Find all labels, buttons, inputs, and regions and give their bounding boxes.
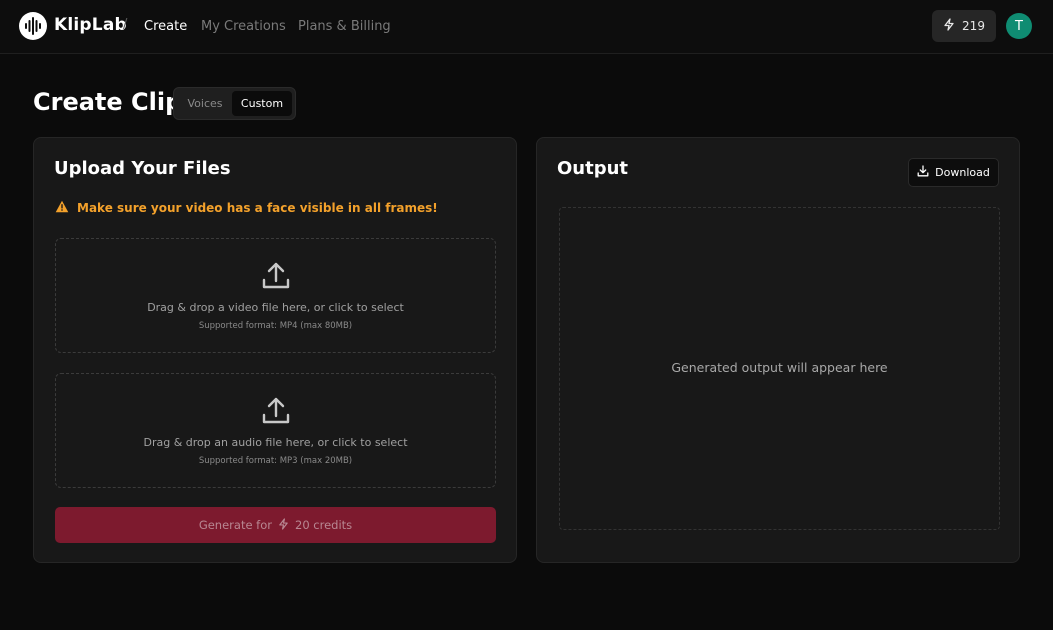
download-button[interactable]: Download	[908, 158, 999, 187]
bolt-icon	[943, 18, 955, 34]
download-icon	[917, 165, 929, 180]
nav-my-creations[interactable]: My Creations	[201, 19, 286, 34]
output-placeholder: Generated output will appear here	[560, 360, 999, 375]
nav-create[interactable]: Create	[144, 19, 187, 34]
avatar[interactable]: T	[1006, 13, 1032, 39]
upload-panel-title: Upload Your Files	[54, 158, 231, 179]
brand-name[interactable]: KlipLab	[54, 15, 127, 35]
upload-panel: Upload Your Files Make sure your video h…	[33, 137, 517, 563]
mode-toggle: Voices Custom	[173, 87, 296, 120]
logo-icon[interactable]	[19, 12, 47, 40]
nav-plans-billing[interactable]: Plans & Billing	[298, 19, 391, 34]
download-label: Download	[935, 166, 990, 179]
breadcrumb-separator: /	[123, 17, 127, 32]
generate-credits: 20 credits	[295, 518, 352, 532]
output-preview-area: Generated output will appear here	[559, 207, 1000, 530]
upload-icon	[261, 261, 291, 295]
warning-text: Make sure your video has a face visible …	[77, 201, 438, 215]
upload-icon	[261, 396, 291, 430]
generate-button[interactable]: Generate for 20 credits	[55, 507, 496, 543]
face-warning: Make sure your video has a face visible …	[55, 200, 438, 216]
audio-dropzone-hint: Supported format: MP3 (max 20MB)	[56, 456, 495, 466]
generate-label: Generate for	[199, 518, 272, 532]
output-panel: Output Download Generated output will ap…	[536, 137, 1020, 563]
mode-option-custom[interactable]: Custom	[232, 91, 292, 116]
output-panel-title: Output	[557, 158, 628, 179]
top-bar: KlipLab / Create My Creations Plans & Bi…	[0, 0, 1053, 54]
audio-dropzone-text: Drag & drop an audio file here, or click…	[56, 436, 495, 449]
bolt-icon	[278, 518, 289, 533]
page-title: Create Clip	[33, 88, 182, 116]
mode-option-voices[interactable]: Voices	[178, 91, 232, 116]
audio-dropzone[interactable]: Drag & drop an audio file here, or click…	[55, 373, 496, 488]
video-dropzone-text: Drag & drop a video file here, or click …	[56, 301, 495, 314]
video-dropzone-hint: Supported format: MP4 (max 80MB)	[56, 321, 495, 331]
warning-icon	[55, 200, 69, 216]
credits-count: 219	[962, 19, 985, 33]
video-dropzone[interactable]: Drag & drop a video file here, or click …	[55, 238, 496, 353]
credits-button[interactable]: 219	[932, 10, 996, 42]
